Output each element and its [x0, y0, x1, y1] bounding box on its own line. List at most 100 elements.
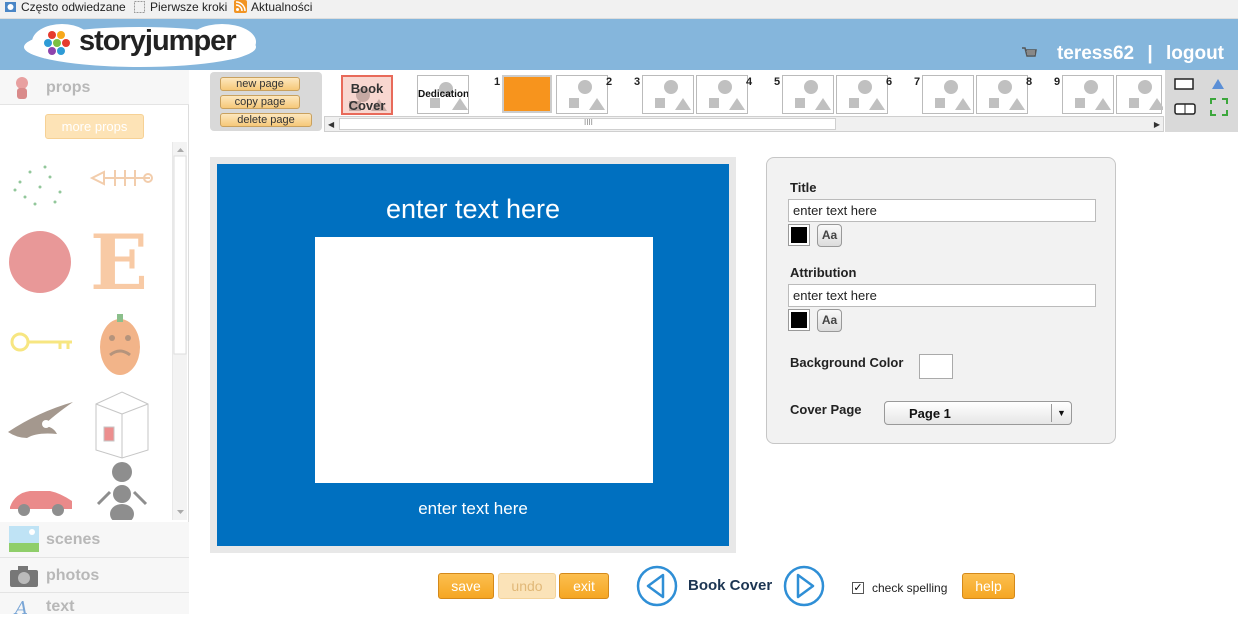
title-input[interactable]: enter text here: [788, 199, 1096, 222]
attribution-input[interactable]: enter text here: [788, 284, 1096, 307]
undo-button[interactable]: undo: [498, 573, 556, 599]
copy-page-button[interactable]: copy page: [220, 95, 300, 109]
attribution-label: Attribution: [790, 265, 857, 280]
cover-attribution-text[interactable]: enter text here: [217, 499, 729, 519]
scroll-right-icon[interactable]: ▶: [1154, 120, 1160, 129]
page-8-thumb[interactable]: [1062, 75, 1114, 114]
more-props-button[interactable]: more props: [45, 114, 144, 139]
dedication-thumb[interactable]: Dedication: [417, 75, 469, 114]
cover-image-placeholder[interactable]: [315, 237, 653, 483]
page-number: 6: [886, 76, 893, 88]
page-icon: [133, 0, 146, 13]
page-number: 3: [634, 76, 641, 88]
props-scrollbar[interactable]: [172, 142, 187, 520]
dedication-label: Dedication: [418, 89, 468, 100]
fish-bone-prop[interactable]: [89, 170, 153, 186]
next-page-icon[interactable]: [783, 565, 825, 612]
username[interactable]: teress62: [1057, 43, 1134, 64]
page-4-thumb[interactable]: [782, 75, 834, 114]
exit-button[interactable]: exit: [559, 573, 609, 599]
page-1-right-thumb[interactable]: [556, 75, 608, 114]
book-cover-label: Book Cover: [343, 80, 391, 114]
page-9-thumb[interactable]: [1116, 75, 1163, 114]
letter-e-prop[interactable]: E: [90, 218, 148, 307]
bookmark-folder-icon: [4, 0, 17, 13]
bookmark-frequent[interactable]: Często odwiedzane: [4, 0, 126, 19]
page-strip-scrollbar[interactable]: ◀ IIII ▶: [324, 116, 1164, 132]
attribution-color-swatch[interactable]: [788, 309, 810, 331]
page-1-thumb[interactable]: [502, 75, 552, 113]
tab-props[interactable]: props: [0, 70, 189, 105]
page-actions: new page copy page delete page: [210, 72, 322, 131]
tab-photos[interactable]: photos: [0, 558, 189, 593]
check-spelling-checkbox[interactable]: ✓: [852, 582, 864, 594]
title-label: Title: [790, 180, 817, 195]
page-6-thumb[interactable]: [922, 75, 974, 114]
background-color-swatch[interactable]: [919, 354, 953, 379]
logout-link[interactable]: logout: [1166, 43, 1224, 64]
takeout-box-prop[interactable]: [95, 391, 149, 459]
svg-text:A: A: [13, 598, 28, 616]
cover-properties-panel: Title enter text here Aa Attribution ent…: [766, 157, 1116, 444]
red-car-prop[interactable]: [10, 491, 72, 516]
page-number: 4: [746, 76, 753, 88]
view-tools: [1165, 70, 1238, 132]
scroll-left-icon[interactable]: ◀: [328, 120, 334, 129]
scroll-grip: IIII: [584, 118, 593, 127]
logo-text: storyjumper: [79, 25, 237, 57]
pumpkin-prop[interactable]: [100, 314, 140, 375]
bookmarks-bar: Często odwiedzane Pierwsze kroki Aktualn…: [0, 0, 1238, 19]
ant-prop[interactable]: [96, 462, 148, 524]
eagle-prop[interactable]: [8, 402, 73, 438]
book-cover-line: Cover: [348, 98, 386, 113]
separator: |: [1147, 43, 1153, 64]
tab-label: scenes: [46, 531, 101, 548]
new-page-button[interactable]: new page: [220, 77, 300, 91]
book-cover-thumb[interactable]: Book Cover: [341, 75, 393, 115]
red-circle-prop[interactable]: [9, 231, 71, 293]
tab-label: props: [46, 79, 91, 96]
tab-scenes[interactable]: scenes: [0, 522, 189, 558]
confetti-prop[interactable]: [13, 165, 62, 206]
single-page-view-icon[interactable]: [1174, 77, 1194, 95]
bookmark-label: Pierwsze kroki: [150, 0, 228, 14]
cover-title-text[interactable]: enter text here: [217, 194, 729, 225]
delete-page-button[interactable]: delete page: [220, 113, 312, 127]
page-number: 5: [774, 76, 781, 88]
bookmark-label: Aktualności: [251, 0, 313, 14]
storyjumper-logo[interactable]: storyjumper: [22, 22, 260, 68]
scroll-thumb[interactable]: IIII: [339, 118, 836, 130]
props-icon: [9, 75, 39, 101]
cover-page-select[interactable]: Page 1 ▼: [884, 401, 1072, 425]
page-number: 9: [1054, 76, 1061, 88]
key-prop[interactable]: [10, 332, 72, 352]
page-number: 1: [494, 76, 501, 88]
page-7-thumb[interactable]: [976, 75, 1028, 114]
tab-label: photos: [46, 567, 100, 584]
page-5-thumb[interactable]: [836, 75, 888, 114]
page-number: 2: [606, 76, 613, 88]
page-2-thumb[interactable]: [642, 75, 694, 114]
props-gallery: E: [0, 142, 172, 524]
help-button[interactable]: help: [962, 573, 1015, 599]
book-cover-page[interactable]: enter text here enter text here: [217, 164, 729, 546]
shapes-icon[interactable]: [1211, 77, 1225, 95]
attribution-font-button[interactable]: Aa: [817, 309, 842, 332]
scenes-icon: [9, 526, 39, 552]
bookmark-first-steps[interactable]: Pierwsze kroki: [133, 0, 227, 19]
title-font-button[interactable]: Aa: [817, 224, 842, 247]
save-button[interactable]: save: [438, 573, 494, 599]
page-canvas: enter text here enter text here: [210, 157, 736, 553]
cart-icon[interactable]: [1021, 46, 1037, 65]
page-3-thumb[interactable]: [696, 75, 748, 114]
tab-label: text: [46, 598, 75, 615]
two-page-view-icon[interactable]: [1174, 102, 1196, 120]
text-icon: A: [9, 596, 39, 622]
app-header: storyjumper teress62 | logout: [0, 19, 1238, 70]
bookmark-news[interactable]: Aktualności: [234, 0, 312, 19]
library-panel: props more props E scenes photos A text: [0, 70, 189, 619]
expand-icon[interactable]: [1210, 98, 1228, 121]
title-color-swatch[interactable]: [788, 224, 810, 246]
previous-page-icon[interactable]: [636, 565, 678, 612]
tab-text[interactable]: A text: [0, 593, 189, 619]
